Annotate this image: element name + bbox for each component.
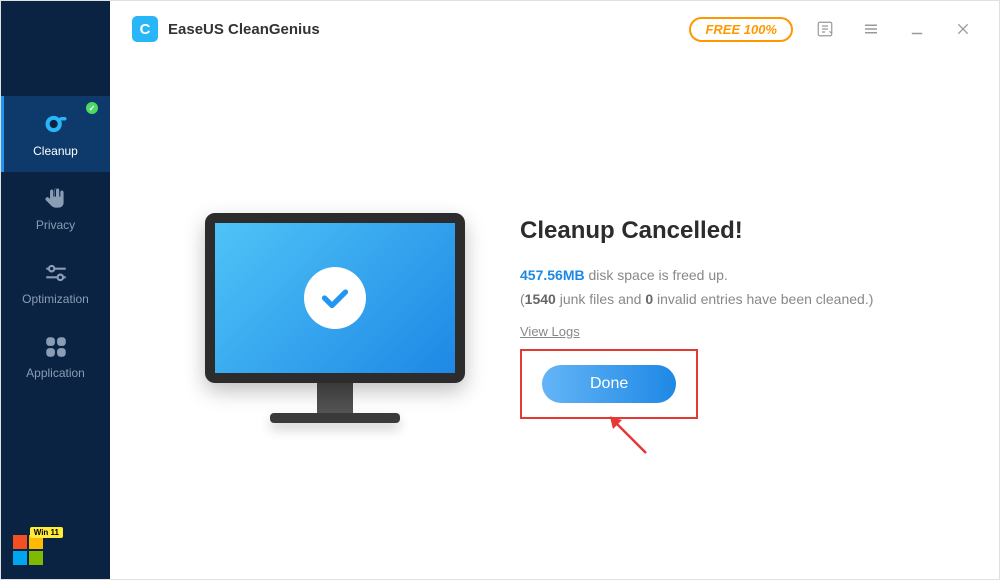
result-title: Cleanup Cancelled!	[520, 217, 949, 245]
check-badge-icon	[86, 102, 98, 114]
sidebar-label: Optimization	[22, 292, 89, 306]
menu-button[interactable]	[857, 15, 885, 43]
windows-logo-icon[interactable]: Win 11	[13, 535, 49, 567]
sidebar-item-optimization[interactable]: Optimization	[1, 246, 110, 320]
app-window: Cleanup Privacy Optimization Application	[0, 0, 1000, 580]
sidebar-label: Application	[26, 366, 85, 380]
junk-count: 1540	[525, 291, 556, 307]
content-area: Cleanup Cancelled! 457.56MB disk space i…	[110, 57, 999, 579]
free-badge[interactable]: FREE 100%	[689, 17, 793, 42]
sidebar: Cleanup Privacy Optimization Application	[1, 1, 110, 579]
sliders-icon	[43, 260, 69, 286]
annotation-highlight-box: Done	[520, 349, 698, 419]
view-logs-link[interactable]: View Logs	[520, 324, 580, 339]
sidebar-label: Privacy	[36, 218, 75, 232]
feedback-button[interactable]	[811, 15, 839, 43]
checkmark-icon	[304, 267, 366, 329]
main-panel: C EaseUS CleanGenius FREE 100%	[110, 1, 999, 579]
done-button[interactable]: Done	[542, 365, 676, 403]
result-freed-line: 457.56MB disk space is freed up.	[520, 267, 949, 283]
apps-icon	[43, 334, 69, 360]
monitor-illustration	[160, 213, 510, 423]
sidebar-label: Cleanup	[33, 144, 78, 158]
result-stats-line: (1540 junk files and 0 invalid entries h…	[520, 291, 949, 307]
sidebar-item-application[interactable]: Application	[1, 320, 110, 394]
app-logo-icon: C	[132, 16, 158, 42]
sidebar-item-privacy[interactable]: Privacy	[1, 172, 110, 246]
titlebar: C EaseUS CleanGenius FREE 100%	[110, 1, 999, 57]
cleanup-icon	[42, 110, 70, 138]
hand-icon	[43, 186, 69, 212]
sidebar-footer: Win 11	[1, 523, 110, 579]
minimize-button[interactable]	[903, 15, 931, 43]
close-button[interactable]	[949, 15, 977, 43]
result-info: Cleanup Cancelled! 457.56MB disk space i…	[510, 217, 949, 419]
invalid-count: 0	[645, 291, 653, 307]
sidebar-item-cleanup[interactable]: Cleanup	[1, 96, 110, 172]
app-title: EaseUS CleanGenius	[168, 21, 320, 38]
freed-size: 457.56MB	[520, 267, 585, 283]
win-version-badge: Win 11	[30, 527, 63, 538]
